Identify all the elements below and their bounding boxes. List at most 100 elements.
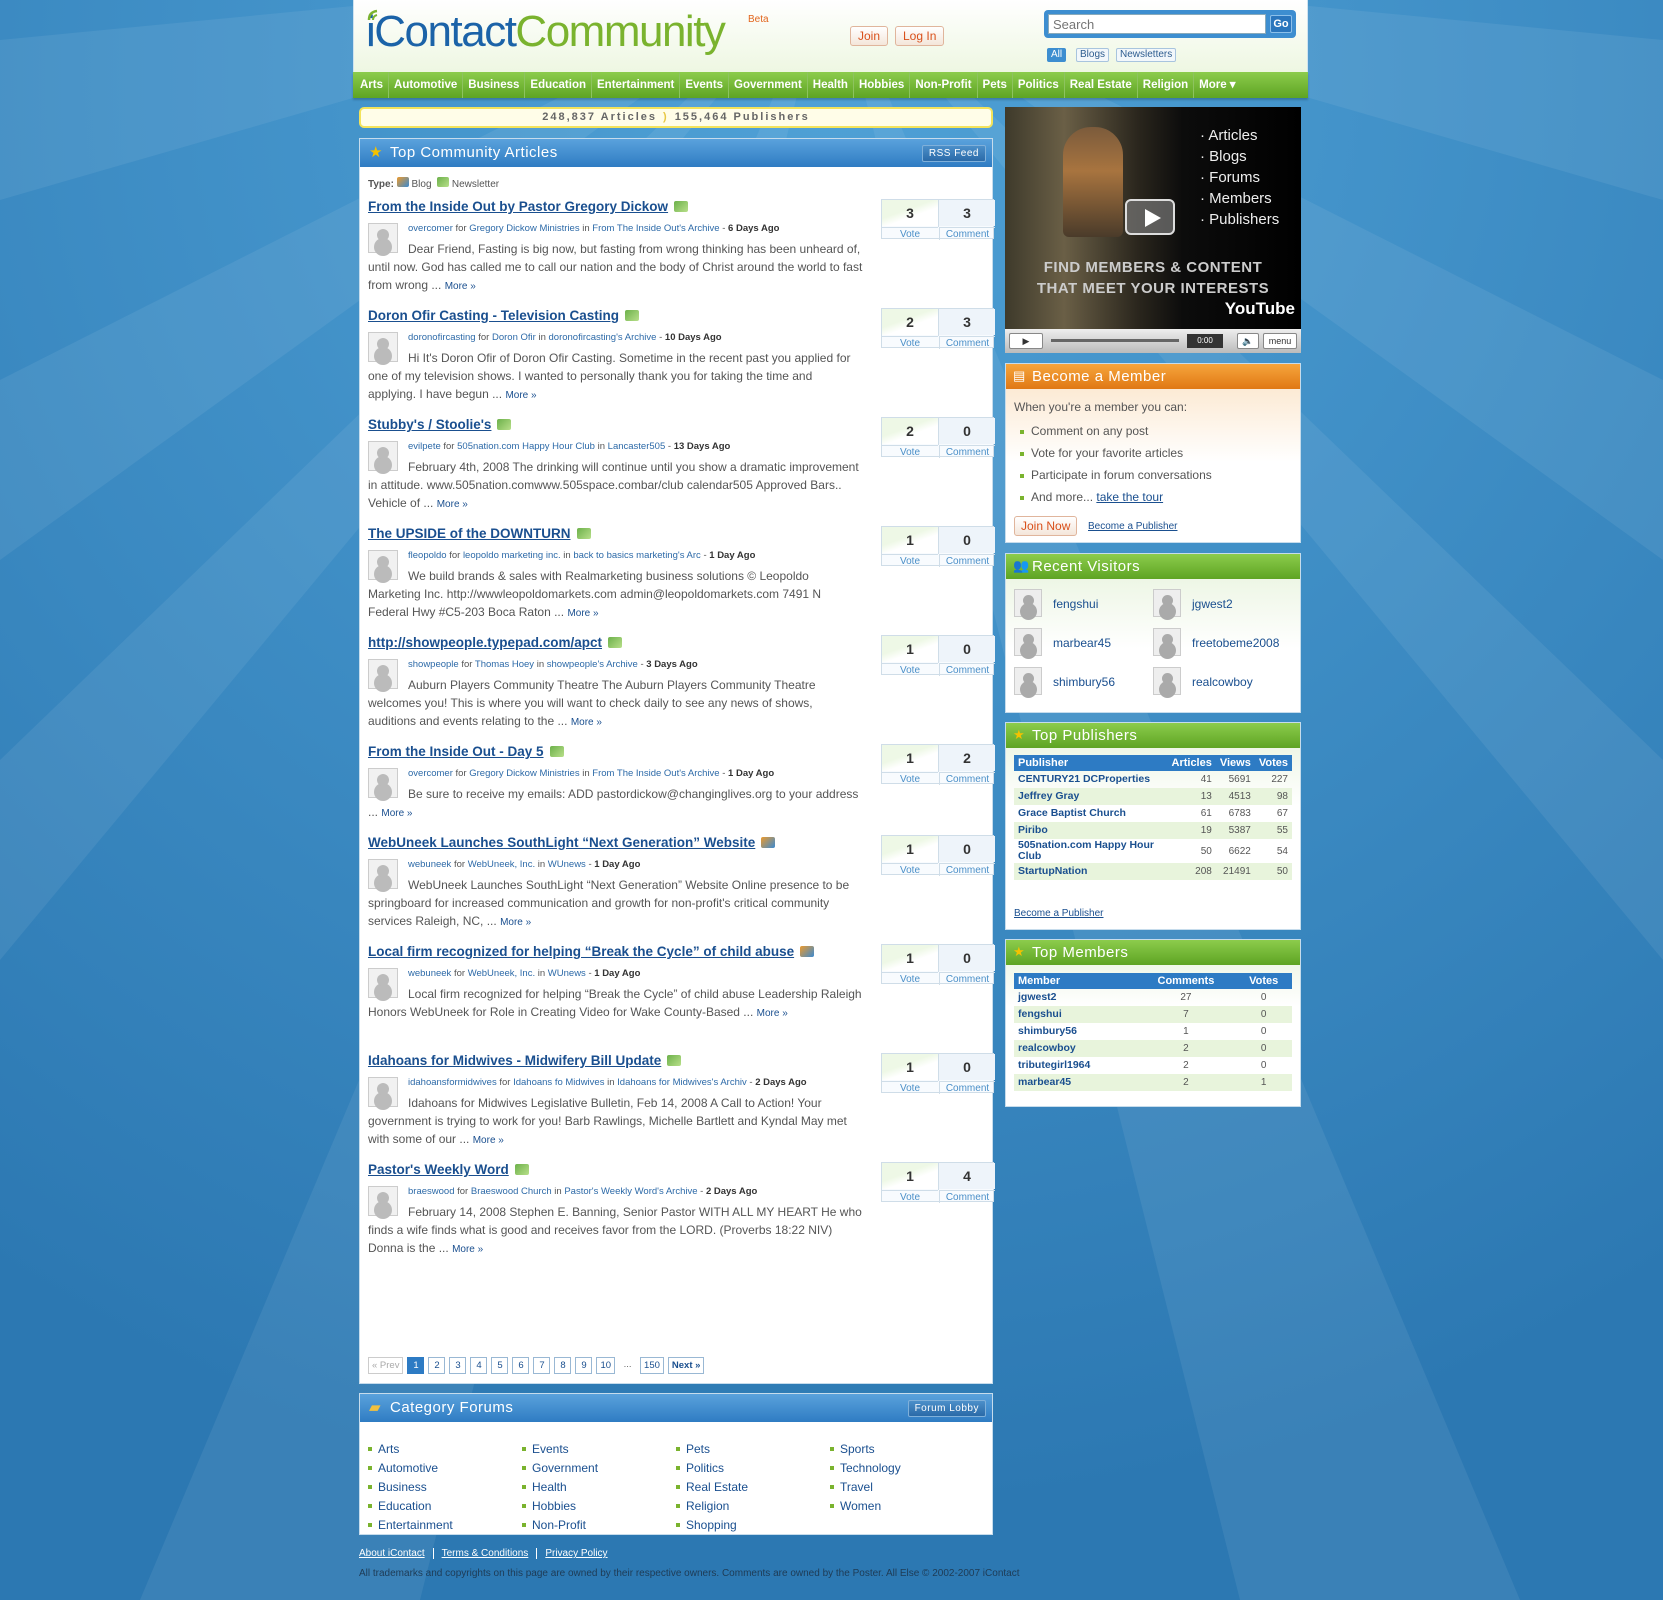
comment-count[interactable]: 0 (939, 1054, 995, 1080)
vote-button[interactable]: Vote (882, 1190, 938, 1203)
become-publisher-link[interactable]: Become a Publisher (1088, 521, 1178, 532)
footer-link-privacy[interactable]: Privacy Policy (545, 1548, 615, 1559)
vote-count[interactable]: 1 (882, 527, 938, 553)
article-title-link[interactable]: From the Inside Out - Day 5 (368, 744, 544, 759)
progress-bar[interactable] (1051, 339, 1179, 342)
comment-count[interactable]: 0 (939, 527, 995, 553)
next-page-button[interactable]: Next » (667, 1357, 705, 1374)
author-link[interactable]: webuneek (408, 859, 451, 870)
last-page-button[interactable]: 150 (640, 1357, 664, 1374)
comment-count[interactable]: 0 (939, 636, 995, 662)
comment-count[interactable]: 0 (939, 945, 995, 971)
article-title-link[interactable]: From the Inside Out by Pastor Gregory Di… (368, 199, 668, 214)
page-number-button[interactable]: 8 (554, 1357, 572, 1374)
vote-count[interactable]: 2 (882, 309, 938, 335)
publisher-name[interactable]: Piribo (1014, 822, 1168, 839)
archive-link[interactable]: From The Inside Out's Archive (592, 223, 719, 234)
vote-count[interactable]: 1 (882, 1054, 938, 1080)
join-now-button[interactable]: Join Now (1014, 516, 1078, 536)
become-publisher-link[interactable]: Become a Publisher (1014, 908, 1104, 919)
nav-item-arts[interactable]: Arts (355, 72, 390, 98)
join-button[interactable]: Join (850, 26, 889, 46)
page-number-button[interactable]: 10 (596, 1357, 616, 1374)
forum-link[interactable]: Events (522, 1440, 672, 1459)
more-link[interactable]: More » (473, 1135, 504, 1146)
member-name[interactable]: realcowboy (1014, 1040, 1137, 1057)
visitor-item[interactable]: jgwest2 (1153, 589, 1283, 619)
forum-link[interactable]: Business (368, 1478, 518, 1497)
search-tab-blogs[interactable]: Blogs (1076, 48, 1110, 62)
vote-button[interactable]: Vote (882, 663, 938, 676)
publisher-link[interactable]: WebUneek, Inc. (468, 859, 535, 870)
nav-item-religion[interactable]: Religion (1138, 72, 1195, 98)
avatar[interactable] (1153, 589, 1181, 617)
publisher-name[interactable]: CENTURY21 DCProperties (1014, 771, 1168, 788)
forum-link[interactable]: Shopping (676, 1516, 826, 1535)
more-link[interactable]: More » (445, 281, 476, 292)
vote-button[interactable]: Vote (882, 972, 938, 985)
forum-link[interactable]: Sports (830, 1440, 980, 1459)
member-name[interactable]: tributegirl1964 (1014, 1057, 1137, 1074)
nav-item-politics[interactable]: Politics (1013, 72, 1065, 98)
author-link[interactable]: showpeople (408, 659, 459, 670)
comment-button[interactable]: Comment (939, 554, 995, 567)
publisher-link[interactable]: 505nation.com Happy Hour Club (457, 441, 595, 452)
page-number-button[interactable]: 2 (428, 1357, 446, 1374)
archive-link[interactable]: WUnews (548, 968, 586, 979)
forum-link[interactable]: Automotive (368, 1459, 518, 1478)
more-link[interactable]: More » (452, 1244, 483, 1255)
comment-count[interactable]: 2 (939, 745, 995, 771)
volume-icon[interactable]: 🔈 (1237, 333, 1259, 349)
archive-link[interactable]: From The Inside Out's Archive (592, 768, 719, 779)
author-link[interactable]: evilpete (408, 441, 441, 452)
comment-button[interactable]: Comment (939, 336, 995, 349)
archive-link[interactable]: Idahoans for Midwives's Archiv (617, 1077, 747, 1088)
vote-button[interactable]: Vote (882, 863, 938, 876)
comment-button[interactable]: Comment (939, 863, 995, 876)
nav-item-automotive[interactable]: Automotive (389, 72, 464, 98)
more-link[interactable]: More » (757, 1008, 788, 1019)
search-tab-newsletters[interactable]: Newsletters (1116, 48, 1177, 62)
vote-count[interactable]: 3 (882, 200, 938, 226)
publisher-link[interactable]: leopoldo marketing inc. (463, 550, 561, 561)
more-link[interactable]: More » (505, 390, 536, 401)
author-link[interactable]: fleopoldo (408, 550, 447, 561)
comment-button[interactable]: Comment (939, 1190, 995, 1203)
comment-button[interactable]: Comment (939, 1081, 995, 1094)
forum-link[interactable]: Religion (676, 1497, 826, 1516)
archive-link[interactable]: WUnews (548, 859, 586, 870)
vote-button[interactable]: Vote (882, 336, 938, 349)
visitor-name[interactable]: jgwest2 (1192, 597, 1233, 611)
page-number-button[interactable]: 9 (575, 1357, 593, 1374)
archive-link[interactable]: Lancaster505 (608, 441, 666, 452)
more-link[interactable]: More » (500, 917, 531, 928)
comment-button[interactable]: Comment (939, 772, 995, 785)
video-player[interactable]: · Articles · Blogs · Forums · Members · Publ… (1005, 107, 1301, 353)
comment-button[interactable]: Comment (939, 445, 995, 458)
article-title-link[interactable]: Doron Ofir Casting - Television Casting (368, 308, 619, 323)
archive-link[interactable]: showpeople's Archive (547, 659, 638, 670)
archive-link[interactable]: back to basics marketing's Arc (573, 550, 700, 561)
publisher-name[interactable]: 505nation.com Happy Hour Club (1014, 839, 1168, 863)
article-title-link[interactable]: Idahoans for Midwives - Midwifery Bill U… (368, 1053, 661, 1068)
vote-count[interactable]: 1 (882, 636, 938, 662)
visitor-item[interactable]: marbear45 (1014, 628, 1144, 658)
forum-link[interactable]: Non-Profit (522, 1516, 672, 1535)
nav-item-hobbies[interactable]: Hobbies (854, 72, 911, 98)
vote-count[interactable]: 1 (882, 945, 938, 971)
vote-button[interactable]: Vote (882, 445, 938, 458)
forum-link[interactable]: Education (368, 1497, 518, 1516)
more-link[interactable]: More » (381, 808, 412, 819)
article-title-link[interactable]: WebUneek Launches SouthLight “Next Gener… (368, 835, 755, 850)
comment-count[interactable]: 0 (939, 836, 995, 862)
author-link[interactable]: overcomer (408, 768, 453, 779)
footer-link-terms[interactable]: Terms & Conditions (442, 1548, 538, 1559)
footer-link-about[interactable]: About iContact (359, 1548, 434, 1559)
archive-link[interactable]: doronofircasting's Archive (549, 332, 657, 343)
author-link[interactable]: webuneek (408, 968, 451, 979)
comment-button[interactable]: Comment (939, 972, 995, 985)
vote-button[interactable]: Vote (882, 772, 938, 785)
nav-item-pets[interactable]: Pets (978, 72, 1013, 98)
forum-link[interactable]: Health (522, 1478, 672, 1497)
visitor-name[interactable]: fengshui (1053, 597, 1098, 611)
